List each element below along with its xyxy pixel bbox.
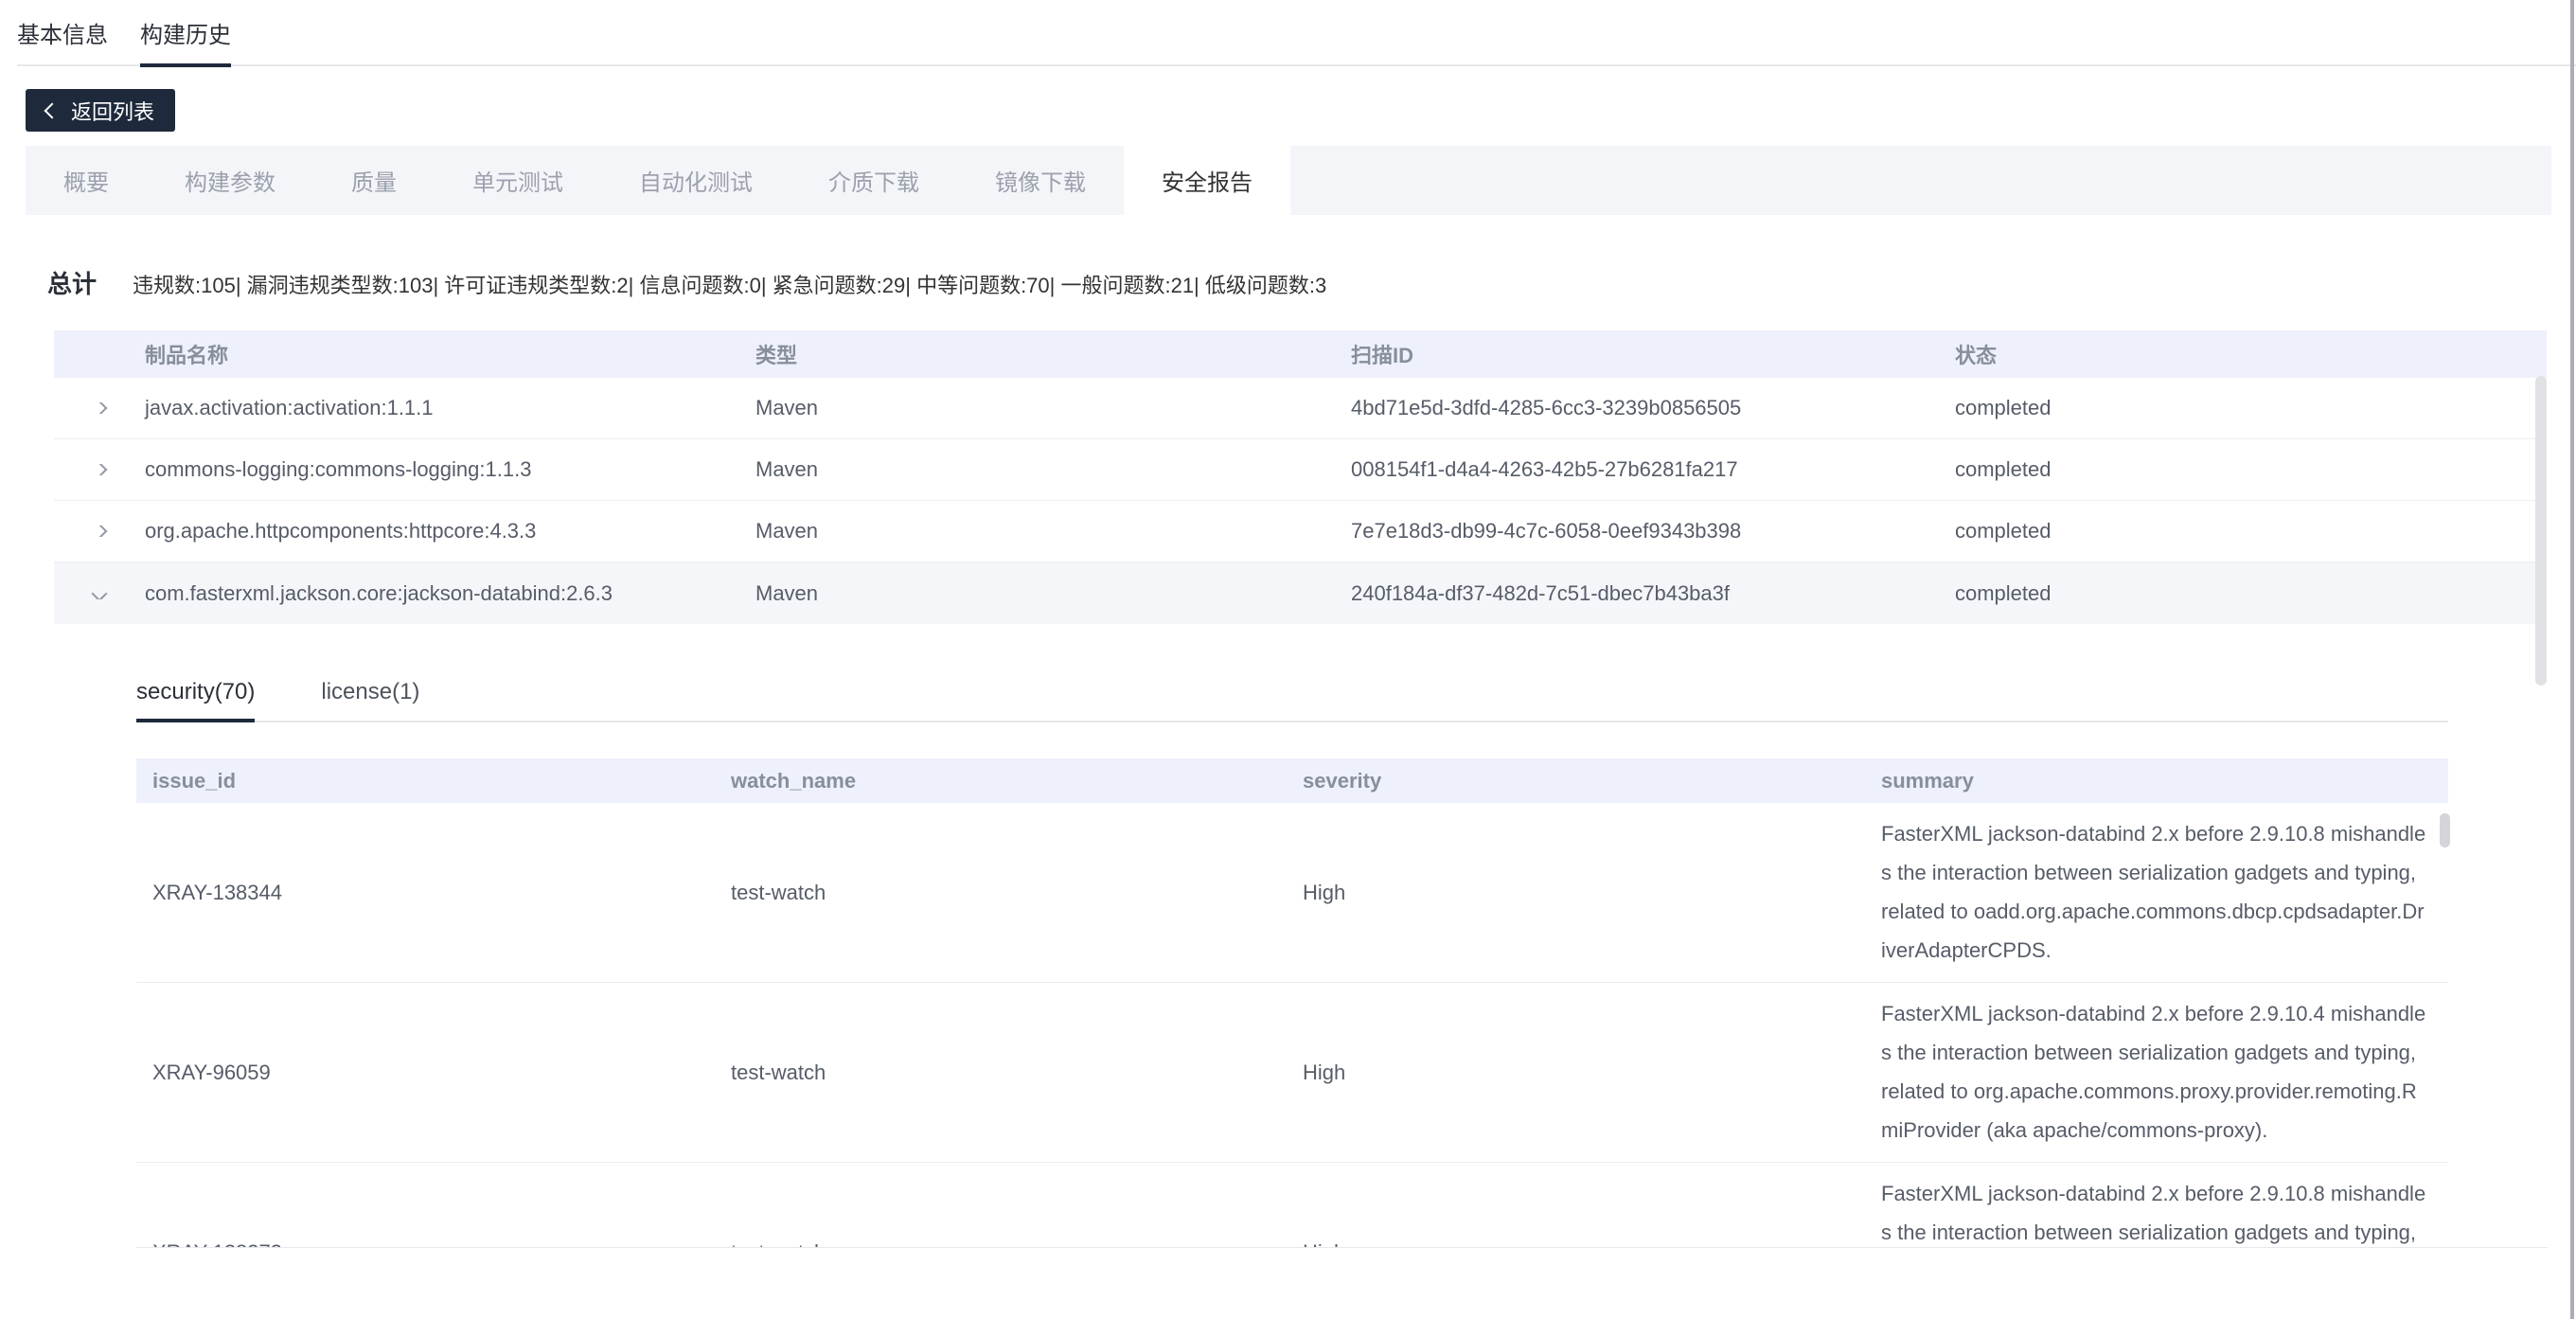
issue-watch-name: test-watch [715, 983, 1287, 1162]
issue-id: XRAY-96059 [136, 983, 715, 1162]
col-severity: severity [1287, 758, 1865, 803]
artifact-name: com.fasterxml.jackson.core:jackson-datab… [130, 581, 740, 606]
table-row[interactable]: javax.activation:activation:1.1.1 Maven … [54, 378, 2547, 439]
collapse-chevron-icon[interactable] [54, 588, 130, 599]
table-row[interactable]: org.apache.httpcomponents:httpcore:4.3.3… [54, 501, 2547, 562]
summary-label: 总计 [47, 265, 97, 300]
back-to-list-button[interactable]: 返回列表 [26, 89, 175, 132]
col-artifact-name: 制品名称 [130, 339, 740, 369]
expand-chevron-icon[interactable] [54, 526, 130, 537]
issue-severity: High [1287, 1163, 1865, 1247]
issue-watch-name: test-watch [715, 1163, 1287, 1247]
artifact-type: Maven [740, 457, 1336, 482]
content-scrollbar[interactable] [2535, 376, 2547, 686]
artifact-type: Maven [740, 519, 1336, 544]
col-scan-id: 扫描ID [1336, 339, 1940, 369]
issue-row[interactable]: XRAY-138373 test-watch High FasterXML ja… [136, 1163, 2448, 1247]
artifact-status: completed [1940, 519, 2547, 544]
artifact-scan-id: 7e7e18d3-db99-4c7c-6058-0eef9343b398 [1336, 519, 1940, 544]
issue-severity: High [1287, 983, 1865, 1162]
col-type: 类型 [740, 339, 1336, 369]
tab-media-download[interactable]: 介质下载 [791, 146, 957, 215]
table-row[interactable]: commons-logging:commons-logging:1.1.3 Ma… [54, 439, 2547, 501]
tab-security[interactable]: security(70) [136, 679, 255, 721]
issue-severity: High [1287, 803, 1865, 982]
artifact-detail-panel: security(70) license(1) issue_id watch_n… [136, 679, 2448, 1247]
artifact-name: commons-logging:commons-logging:1.1.3 [130, 457, 740, 482]
artifact-table: 制品名称 类型 扫描ID 状态 javax.activation:activat… [54, 330, 2547, 624]
back-button-label: 返回列表 [71, 96, 154, 126]
issue-row[interactable]: XRAY-138344 test-watch High FasterXML ja… [136, 803, 2448, 983]
tab-automation-test[interactable]: 自动化测试 [601, 146, 791, 215]
issue-table-header: issue_id watch_name severity summary [136, 758, 2448, 803]
col-issue-id: issue_id [136, 758, 715, 803]
artifact-scan-id: 4bd71e5d-3dfd-4285-6cc3-3239b0856505 [1336, 396, 1940, 420]
issue-id: XRAY-138373 [136, 1163, 715, 1247]
issue-id: XRAY-138344 [136, 803, 715, 982]
artifact-status: completed [1940, 457, 2547, 482]
summary-stats: 违规数:105| 漏洞违规类型数:103| 许可证违规类型数:2| 信息问题数:… [133, 269, 1326, 299]
table-row-expanded[interactable]: com.fasterxml.jackson.core:jackson-datab… [54, 562, 2547, 624]
tab-basic-info[interactable]: 基本信息 [17, 16, 108, 64]
report-tab-bar: 概要 构建参数 质量 单元测试 自动化测试 介质下载 镜像下载 安全报告 [26, 146, 2551, 215]
expand-chevron-icon[interactable] [54, 464, 130, 475]
page-tab-bar: 基本信息 构建历史 [0, 0, 2576, 64]
issue-watch-name: test-watch [715, 803, 1287, 982]
artifact-scan-id: 008154f1-d4a4-4263-42b5-27b6281fa217 [1336, 457, 1940, 482]
page-scrollbar[interactable] [2570, 0, 2574, 1319]
artifact-name: org.apache.httpcomponents:httpcore:4.3.3 [130, 519, 740, 544]
tab-license[interactable]: license(1) [321, 679, 419, 721]
issue-row[interactable]: XRAY-96059 test-watch High FasterXML jac… [136, 983, 2448, 1163]
chevron-left-icon [44, 102, 61, 118]
issue-summary: FasterXML jackson-databind 2.x before 2.… [1865, 803, 2448, 982]
page-tab-divider [17, 64, 2576, 66]
security-report-content: 总计 违规数:105| 漏洞违规类型数:103| 许可证违规类型数:2| 信息问… [0, 215, 2576, 1247]
artifact-type: Maven [740, 581, 1336, 606]
artifact-status: completed [1940, 581, 2547, 606]
expand-chevron-icon[interactable] [54, 402, 130, 414]
tab-unit-test[interactable]: 单元测试 [435, 146, 601, 215]
tab-quality[interactable]: 质量 [313, 146, 435, 215]
detail-tab-bar: security(70) license(1) [136, 679, 2448, 721]
tab-security-report[interactable]: 安全报告 [1124, 146, 1290, 215]
tab-image-download[interactable]: 镜像下载 [957, 146, 1124, 215]
col-watch-name: watch_name [715, 758, 1287, 803]
artifact-type: Maven [740, 396, 1336, 420]
issue-summary: FasterXML jackson-databind 2.x before 2.… [1865, 983, 2448, 1162]
tab-overview[interactable]: 概要 [26, 146, 147, 215]
issue-table-scrollbar[interactable] [2440, 813, 2450, 847]
col-summary: summary [1865, 758, 2448, 803]
artifact-name: javax.activation:activation:1.1.1 [130, 396, 740, 420]
artifact-table-header: 制品名称 类型 扫描ID 状态 [54, 330, 2547, 378]
tab-build-history[interactable]: 构建历史 [140, 16, 231, 64]
summary-row: 总计 违规数:105| 漏洞违规类型数:103| 许可证违规类型数:2| 信息问… [47, 265, 2576, 300]
detail-tab-divider [136, 721, 2448, 722]
col-status: 状态 [1940, 339, 2547, 369]
artifact-scan-id: 240f184a-df37-482d-7c51-dbec7b43ba3f [1336, 581, 1940, 606]
issue-summary: FasterXML jackson-databind 2.x before 2.… [1865, 1163, 2448, 1247]
issue-table: issue_id watch_name severity summary XRA… [136, 758, 2448, 1247]
content-clip-edge [136, 1247, 2548, 1248]
tab-build-params[interactable]: 构建参数 [147, 146, 313, 215]
artifact-status: completed [1940, 396, 2547, 420]
